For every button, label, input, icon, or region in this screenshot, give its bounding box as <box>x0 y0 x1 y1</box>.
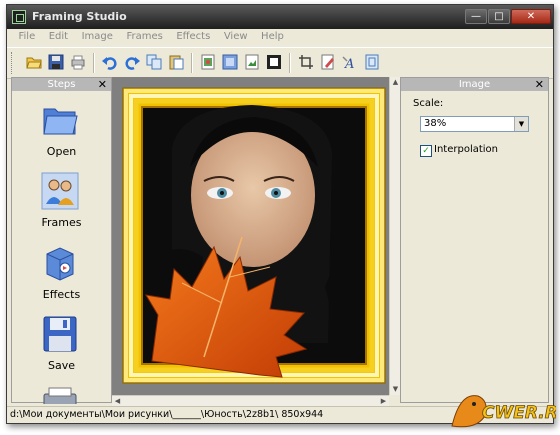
step-label-effects: Effects <box>42 288 81 301</box>
menu-effects[interactable]: Effects <box>171 29 215 42</box>
image-canvas[interactable] <box>112 77 389 395</box>
folder-icon <box>43 108 78 135</box>
toolbar-separator <box>93 53 95 73</box>
framed-photo[interactable] <box>112 77 389 395</box>
title-bar[interactable]: Framing Studio — □ ✕ <box>7 5 553 29</box>
picture-icon <box>245 54 259 70</box>
redo-button[interactable] <box>123 53 141 71</box>
step-frames[interactable]: Frames <box>12 172 111 232</box>
print-button[interactable] <box>69 53 87 71</box>
edit-icon <box>321 54 334 70</box>
app-window: Framing Studio — □ ✕ File Edit Image Fra… <box>6 4 554 424</box>
maximize-icon: □ <box>494 11 504 22</box>
crop-icon <box>299 55 313 69</box>
border-button[interactable] <box>265 53 283 71</box>
watermark-text: CWER.RU <box>482 403 556 423</box>
close-button[interactable]: ✕ <box>511 9 551 24</box>
frame-icon <box>222 54 238 70</box>
toolbar: A <box>7 47 553 79</box>
step-label-open: Open <box>46 145 77 158</box>
scale-value: 38% <box>424 118 447 129</box>
step-open[interactable]: Open <box>12 101 111 161</box>
copy-icon <box>146 54 162 70</box>
document-button[interactable] <box>363 53 381 71</box>
fox-logo-icon: CWER.RU <box>451 395 560 428</box>
menu-help[interactable]: Help <box>256 29 289 42</box>
save-icon <box>48 54 64 70</box>
paste-icon <box>169 55 184 70</box>
minimize-button[interactable]: — <box>465 9 487 24</box>
minimize-icon: — <box>471 11 481 22</box>
image-panel-title: Image <box>458 79 491 90</box>
redo-icon <box>125 57 140 70</box>
paste-button[interactable] <box>167 53 185 71</box>
toolbar-separator <box>289 53 291 73</box>
interpolation-checkbox[interactable]: ✓ <box>420 145 432 157</box>
print-icon <box>71 55 85 70</box>
menu-file[interactable]: File <box>14 29 41 42</box>
app-icon <box>12 10 26 24</box>
printer-icon <box>43 387 77 404</box>
menu-frames[interactable]: Frames <box>121 29 167 42</box>
steps-panel: Steps ✕ Open Frames Effects Save <box>11 77 112 404</box>
image-panel-close-icon[interactable]: ✕ <box>535 78 544 91</box>
close-icon: ✕ <box>526 11 536 22</box>
undo-button[interactable] <box>101 53 119 71</box>
effects-box-icon <box>46 247 74 281</box>
steps-panel-header: Steps ✕ <box>12 78 111 91</box>
image-properties-panel: Image ✕ Scale: 38% ▼ ✓ Interpolation <box>400 77 549 403</box>
step-effects[interactable]: Effects <box>12 244 111 304</box>
border-icon <box>267 55 281 69</box>
image-button[interactable] <box>199 53 217 71</box>
picture-button[interactable] <box>243 53 261 71</box>
step-label-save: Save <box>47 359 75 372</box>
scale-label: Scale: <box>413 98 444 109</box>
step-save[interactable]: Save <box>12 315 111 375</box>
step-label-frames: Frames <box>41 216 82 229</box>
menu-edit[interactable]: Edit <box>44 29 73 42</box>
users-icon <box>41 172 79 210</box>
interpolation-label: Interpolation <box>434 144 498 155</box>
save-button[interactable] <box>47 53 65 71</box>
menu-image[interactable]: Image <box>77 29 118 42</box>
steps-panel-title: Steps <box>47 79 76 90</box>
copy-button[interactable] <box>145 53 163 71</box>
open-icon <box>26 57 42 69</box>
steps-panel-close-icon[interactable]: ✕ <box>98 78 107 91</box>
watermark-logo: CWER.RU <box>446 386 560 432</box>
open-button[interactable] <box>25 53 43 71</box>
crop-button[interactable] <box>297 53 315 71</box>
text-button[interactable]: A <box>341 53 359 72</box>
maximize-button[interactable]: □ <box>488 9 510 24</box>
edit-button[interactable] <box>319 53 337 71</box>
menu-bar: File Edit Image Frames Effects View Help <box>7 29 553 46</box>
step-print[interactable] <box>12 386 111 404</box>
text-icon: A <box>342 56 354 72</box>
image-panel-header: Image ✕ <box>401 78 548 91</box>
document-icon <box>365 54 379 70</box>
toolbar-grip[interactable] <box>11 52 15 74</box>
frame-button[interactable] <box>221 53 239 71</box>
menu-view[interactable]: View <box>219 29 253 42</box>
floppy-disk-icon <box>43 316 77 352</box>
undo-icon <box>102 57 117 70</box>
image-icon <box>201 54 215 70</box>
scale-select[interactable]: 38% ▼ <box>420 116 529 132</box>
chevron-down-icon[interactable]: ▼ <box>514 117 528 131</box>
status-path: d:\Мои документы\Мои рисунки\______\Юнос… <box>10 409 324 420</box>
window-title: Framing Studio <box>32 10 127 23</box>
toolbar-separator <box>191 53 193 73</box>
portrait-photo <box>143 105 365 378</box>
